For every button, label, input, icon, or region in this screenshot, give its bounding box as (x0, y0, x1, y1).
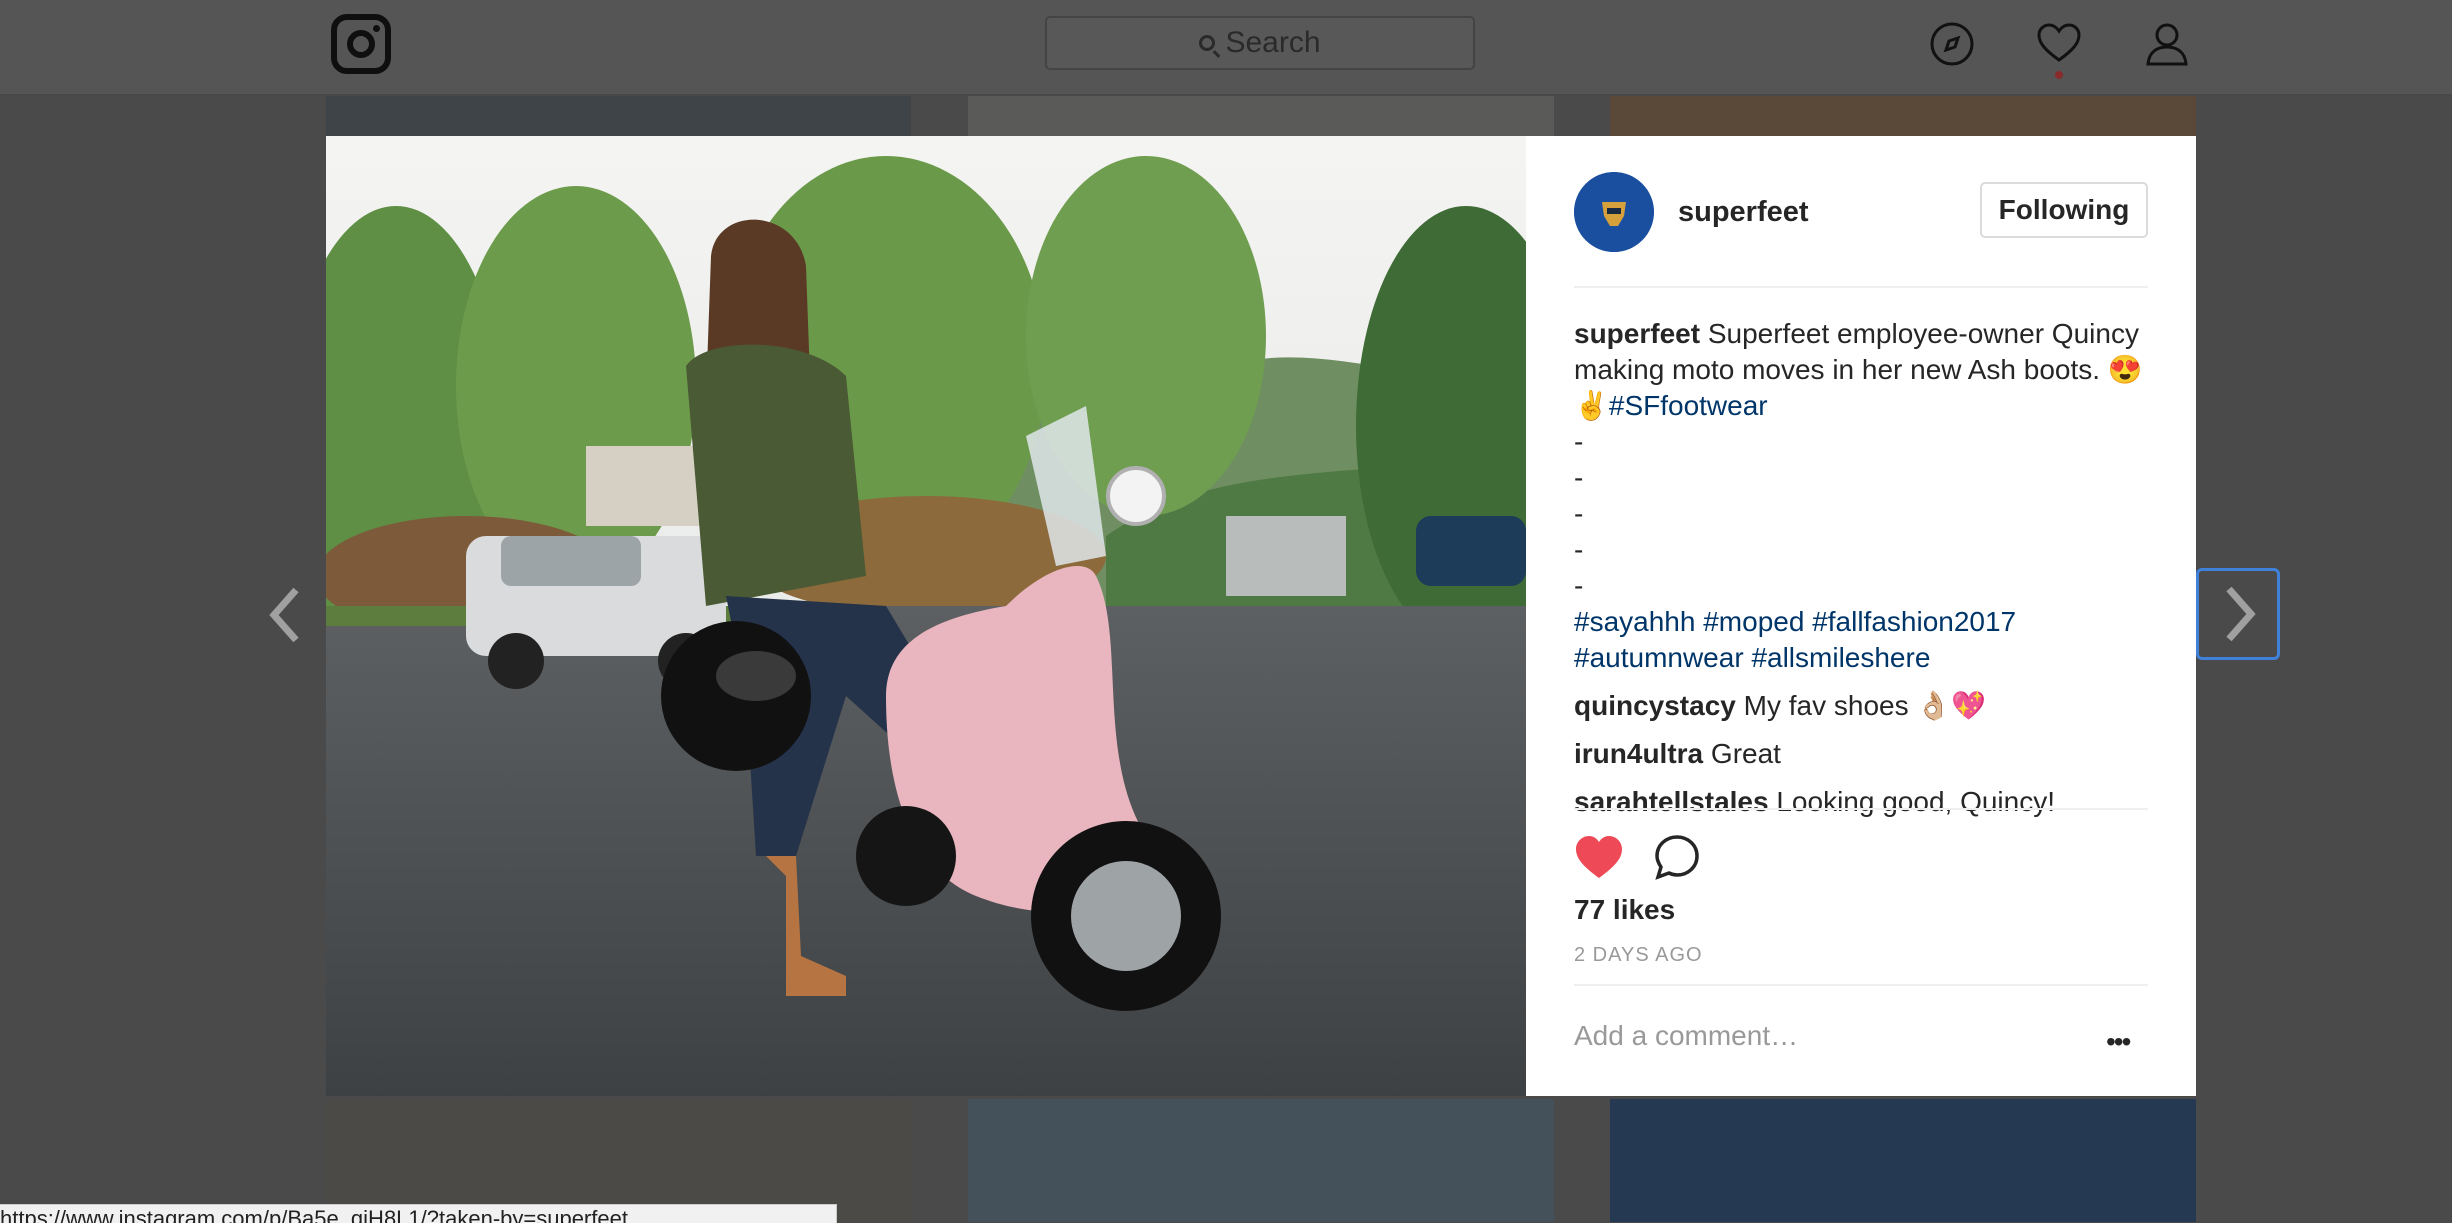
caption-dash: - (1574, 534, 1584, 565)
instagram-logo-icon[interactable] (331, 14, 391, 74)
post-username[interactable]: superfeet (1678, 196, 1809, 229)
heart-icon[interactable] (2035, 20, 2083, 68)
comment-text: Great (1710, 738, 1781, 769)
post-header: superfeet Following (1574, 172, 2148, 252)
caption-dash: - (1574, 426, 1584, 457)
post-caption: superfeet Superfeet employee-owner Quinc… (1574, 316, 2148, 676)
search-placeholder: Search (1225, 26, 1321, 59)
comment-text: My fav shoes 👌🏼💖 (1743, 690, 1987, 721)
divider (1574, 808, 2148, 810)
likes-count[interactable]: 77 likes (1574, 894, 1675, 926)
profile-icon[interactable] (2143, 20, 2191, 68)
comment-text: Looking good, Quincy! (1776, 786, 2055, 817)
search-input[interactable]: Search (1045, 16, 1475, 70)
caption-dash: - (1574, 570, 1584, 601)
grid-thumbnail[interactable] (326, 96, 911, 136)
hashtag-link[interactable]: #allsmileshere (1751, 642, 1930, 673)
post-timestamp[interactable]: 2 DAYS AGO (1574, 944, 1703, 967)
caption-dash: - (1574, 462, 1584, 493)
top-navigation-bar: Search (0, 0, 2452, 95)
grid-thumbnail[interactable] (1610, 1099, 2196, 1222)
following-button[interactable]: Following (1980, 182, 2148, 238)
hashtag-link[interactable]: #moped (1703, 606, 1804, 637)
grid-thumbnail[interactable] (1610, 96, 2196, 136)
notification-dot (2055, 71, 2063, 79)
list-item: irun4ultra Great (1574, 736, 2148, 772)
post-details-panel: superfeet Following superfeet Superfeet … (1526, 136, 2196, 1096)
caption-dash: - (1574, 498, 1584, 529)
avatar[interactable] (1574, 172, 1654, 252)
explore-compass-icon[interactable] (1928, 20, 1976, 68)
previous-post-arrow-icon[interactable] (256, 580, 316, 650)
add-comment-input[interactable]: Add a comment… (1574, 1020, 1798, 1052)
post-photo[interactable] (326, 136, 1526, 1096)
more-options-icon[interactable]: ••• (2106, 1026, 2131, 1058)
status-bar-url: https://www.instagram.com/p/Ba5e_qjH8L1/… (0, 1204, 837, 1223)
divider (1574, 286, 2148, 288)
grid-thumbnail[interactable] (968, 96, 1554, 136)
hashtag-link[interactable]: #fallfashion2017 (1812, 606, 2016, 637)
list-item: sarahtellstales Looking good, Quincy! (1574, 784, 2148, 820)
caption-author[interactable]: superfeet (1574, 318, 1700, 349)
hashtag-link[interactable]: #autumnwear (1574, 642, 1744, 673)
hashtag-link[interactable]: #sayahhh (1574, 606, 1695, 637)
comment-author[interactable]: irun4ultra (1574, 738, 1703, 769)
list-item: quincystacy My fav shoes 👌🏼💖 (1574, 688, 2148, 724)
divider (1574, 984, 2148, 986)
grid-thumbnail[interactable] (968, 1099, 1554, 1222)
comment-author[interactable]: quincystacy (1574, 690, 1736, 721)
comment-author[interactable]: sarahtellstales (1574, 786, 1769, 817)
like-heart-icon[interactable] (1574, 834, 1624, 885)
search-icon (1199, 35, 1216, 51)
post-modal: superfeet Following superfeet Superfeet … (326, 136, 2196, 1096)
next-post-arrow-icon[interactable] (2196, 568, 2280, 660)
comment-bubble-icon[interactable] (1654, 834, 1700, 885)
hashtag-link[interactable]: #SFfootwear (1609, 390, 1768, 421)
